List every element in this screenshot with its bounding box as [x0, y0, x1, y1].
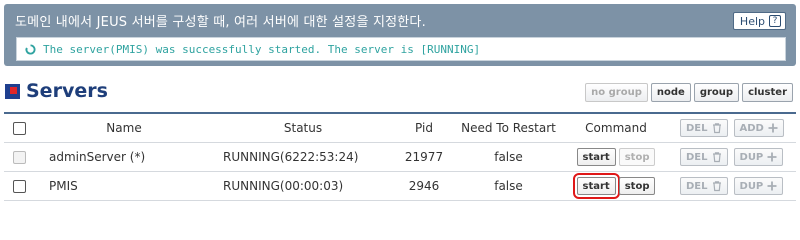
delete-label: DEL: [686, 180, 708, 192]
start-button[interactable]: start: [576, 148, 616, 166]
row-checkbox[interactable]: [13, 150, 26, 164]
no-group-button[interactable]: no group: [585, 83, 648, 102]
add-server-button[interactable]: ADD: [733, 119, 784, 137]
question-icon: ?: [769, 15, 781, 27]
table-row: adminServer (*) RUNNING(6222:53:24) 2197…: [4, 143, 796, 172]
row-checkbox[interactable]: [13, 179, 26, 193]
duplicate-server-button[interactable]: DUP: [733, 148, 784, 166]
plus-icon: [766, 180, 778, 192]
section-title: Servers: [26, 80, 108, 102]
select-all-checkbox[interactable]: [13, 121, 26, 135]
server-pid: 2946: [408, 179, 440, 193]
refresh-icon: [25, 40, 36, 59]
server-need-restart: false: [494, 179, 523, 193]
command-buttons: start stop: [576, 143, 656, 171]
page-description: 도메인 내에서 JEUS 서버를 구성할 때, 여러 서버에 대한 설정을 지정…: [15, 15, 426, 30]
server-need-restart: false: [494, 150, 523, 164]
row-actions: DEL DUP: [680, 172, 784, 200]
grouping-buttons: no group node group cluster: [585, 83, 793, 102]
status-message: The server(PMIS) was successfully starte…: [16, 37, 786, 61]
node-button[interactable]: node: [650, 83, 691, 102]
server-pid: 21977: [404, 150, 444, 164]
server-status: RUNNING(00:00:03): [223, 179, 344, 193]
status-message-text: The server(PMIS) was successfully starte…: [43, 42, 481, 56]
column-header-restart[interactable]: Need To Restart: [456, 114, 561, 142]
trash-icon: [711, 151, 723, 163]
plus-icon: [767, 122, 779, 134]
table-header-row: Name Status Pid Need To Restart Command …: [4, 114, 796, 143]
server-status: RUNNING(6222:53:24): [223, 150, 359, 164]
servers-table: Name Status Pid Need To Restart Command …: [4, 112, 796, 201]
help-button[interactable]: Help ?: [732, 12, 786, 30]
stop-button[interactable]: stop: [618, 148, 656, 166]
command-buttons: start stop: [572, 172, 656, 200]
start-button[interactable]: start: [572, 173, 620, 199]
plus-icon: [766, 151, 778, 163]
column-header-pid[interactable]: Pid: [389, 114, 459, 142]
page-description-banner: 도메인 내에서 JEUS 서버를 구성할 때, 여러 서버에 대한 설정을 지정…: [4, 4, 796, 66]
delete-server-button[interactable]: DEL: [680, 177, 728, 195]
servers-section-icon: [5, 84, 20, 99]
column-header-status[interactable]: Status: [223, 114, 383, 142]
server-name[interactable]: adminServer (*): [49, 143, 145, 171]
delete-label: DEL: [686, 122, 708, 134]
row-actions: DEL DUP: [680, 143, 784, 171]
duplicate-label: DUP: [739, 151, 764, 163]
column-header-name[interactable]: Name: [49, 114, 199, 142]
column-header-command: Command: [585, 121, 647, 135]
delete-label: DEL: [686, 151, 708, 163]
table-row: PMIS RUNNING(00:00:03) 2946 false start …: [4, 172, 796, 201]
server-name[interactable]: PMIS: [49, 172, 78, 200]
add-label: ADD: [739, 122, 764, 134]
delete-server-button[interactable]: DEL: [680, 148, 728, 166]
duplicate-server-button[interactable]: DUP: [733, 177, 784, 195]
trash-icon: [711, 180, 723, 192]
delete-selected-button[interactable]: DEL: [680, 119, 728, 137]
duplicate-label: DUP: [739, 180, 764, 192]
cluster-button[interactable]: cluster: [742, 83, 793, 102]
stop-button[interactable]: stop: [618, 177, 656, 195]
group-button[interactable]: group: [693, 83, 740, 102]
help-label: Help: [739, 14, 765, 28]
header-actions: DEL ADD: [680, 114, 784, 142]
trash-icon: [711, 122, 723, 134]
